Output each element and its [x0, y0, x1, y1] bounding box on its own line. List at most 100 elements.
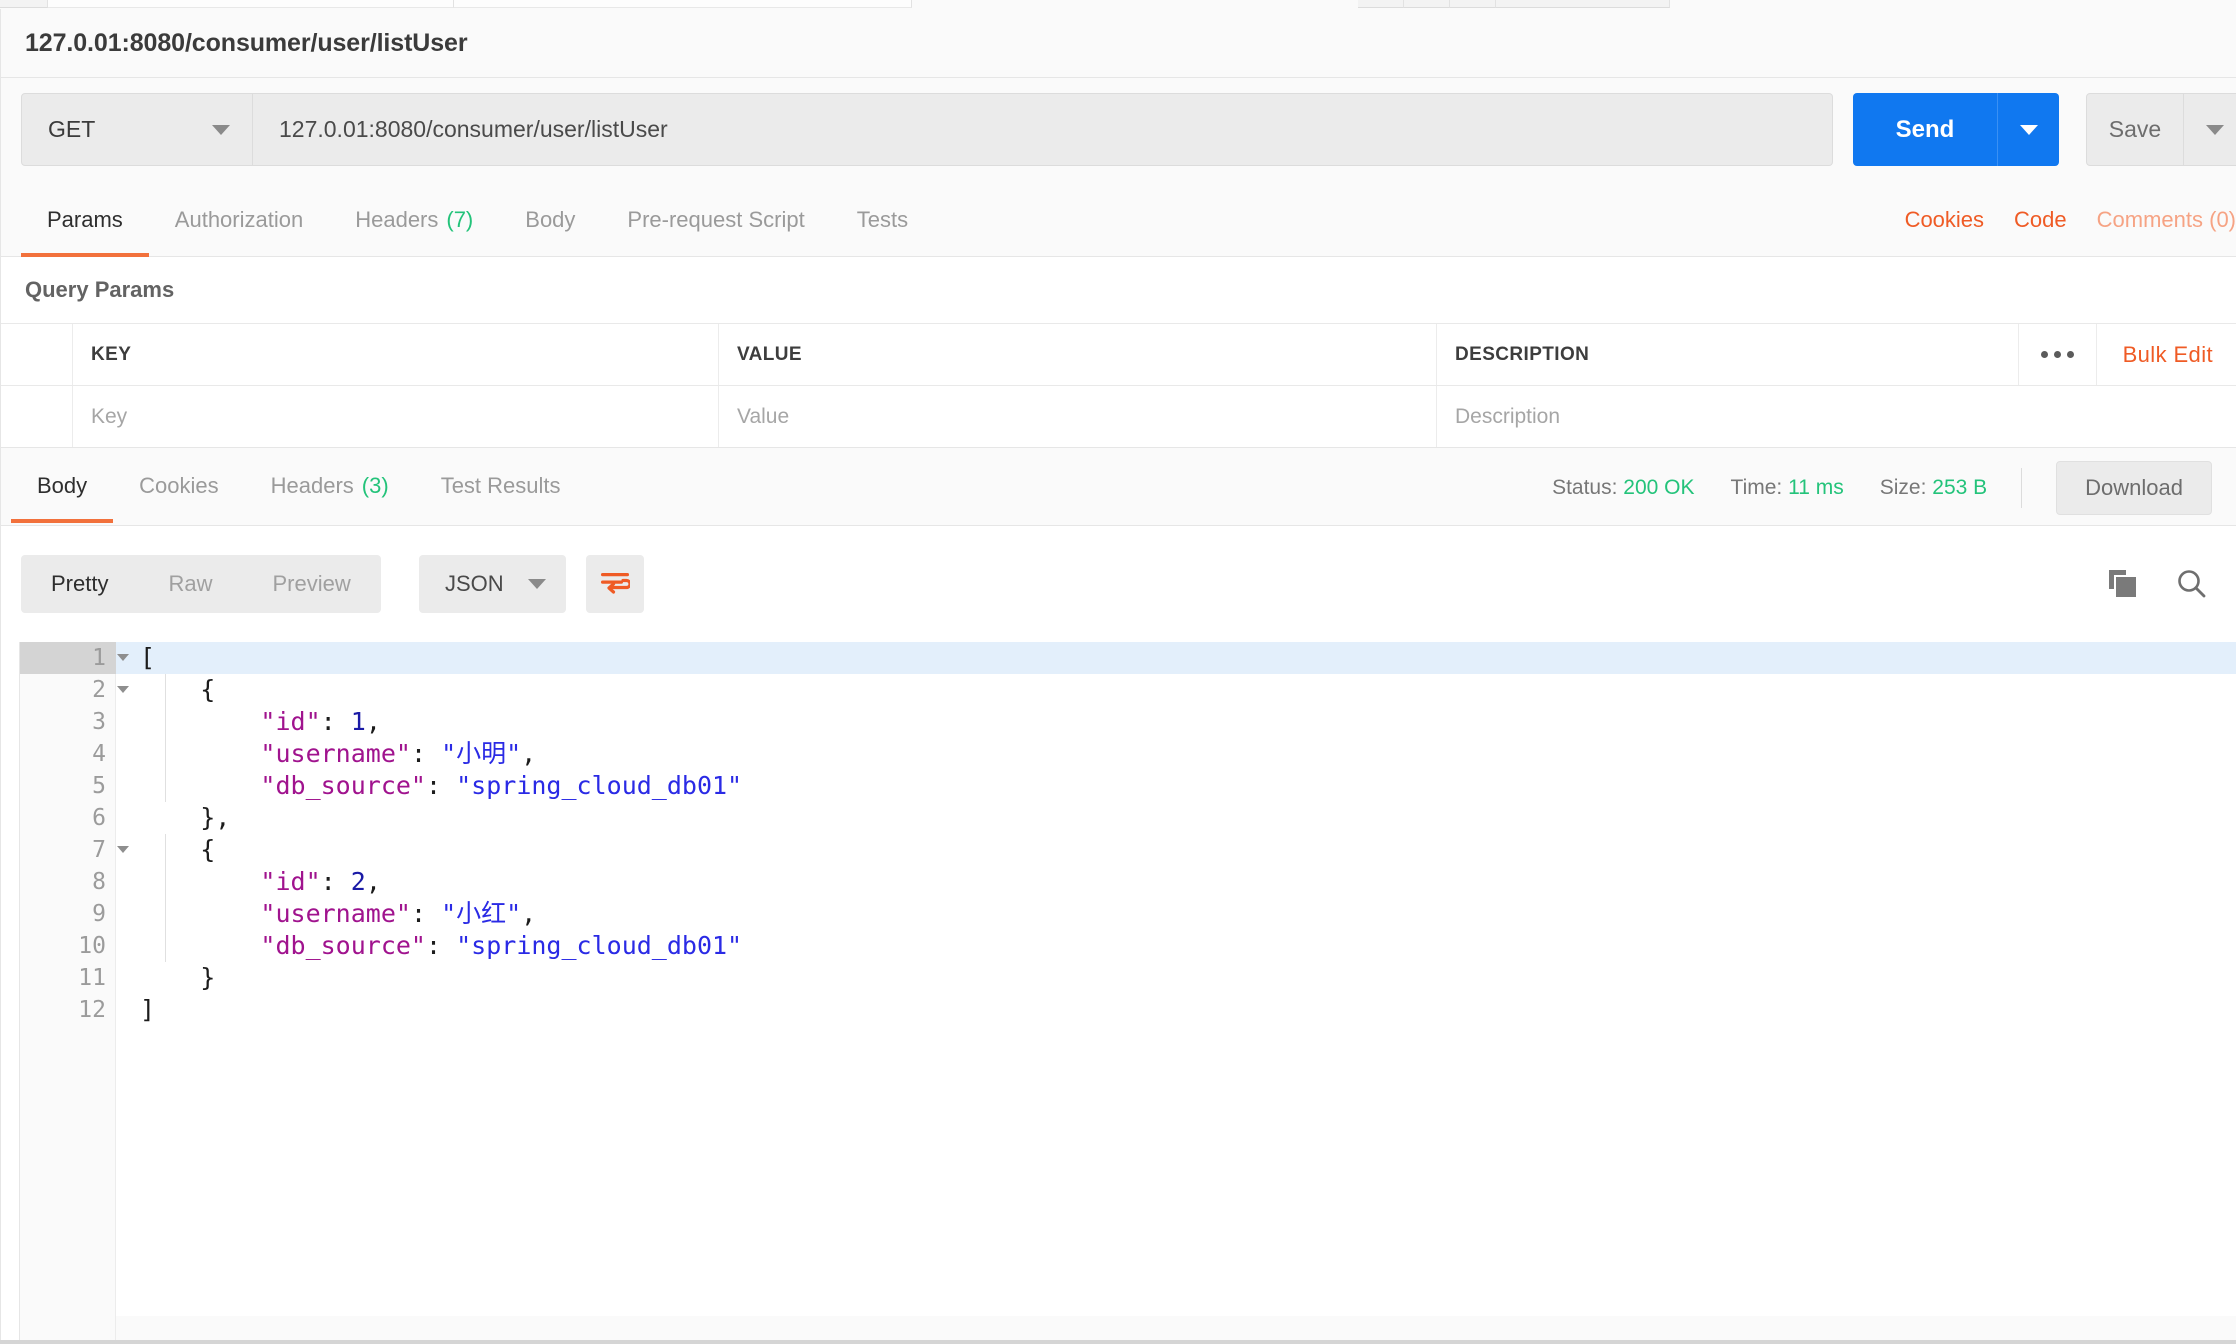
tab-authorization[interactable]: Authorization [149, 182, 329, 257]
status-meta: Status: 200 OK [1552, 476, 1694, 500]
tab-label: Body [525, 206, 576, 232]
http-method-select[interactable]: GET [21, 93, 253, 166]
table-header-row: KEY VALUE DESCRIPTION Bulk Edit [1, 323, 2236, 385]
tab-pre-request-script[interactable]: Pre-request Script [601, 182, 830, 257]
line-number: 12 [78, 997, 106, 1023]
status-label: Status: [1552, 475, 1618, 499]
line-number: 10 [78, 933, 106, 959]
tab-sliver-segment [1404, 0, 1450, 8]
param-description-input[interactable]: Description [1437, 386, 2236, 447]
dot [2066, 351, 2074, 358]
code-line: 2 { [20, 674, 2236, 706]
save-options-button[interactable] [2183, 94, 2236, 165]
column-header-description-label: DESCRIPTION [1455, 343, 1590, 365]
code-line-text: }, [140, 803, 231, 832]
line-number: 8 [92, 869, 106, 895]
response-meta: Status: 200 OK Time: 11 ms Size: 253 B D… [1516, 448, 2212, 527]
url-input[interactable]: 127.0.01:8080/consumer/user/listUser [253, 93, 1833, 166]
tab-sliver-segment [48, 0, 454, 8]
code-line: 10 "db_source": "spring_cloud_db01" [20, 930, 2236, 962]
search-icon [2178, 570, 2206, 598]
tab-sliver-segment [1358, 0, 1404, 8]
code-lines: 1[2 {3 "id": 1, 4 "username": "小明", 5 "db_… [20, 642, 2236, 1344]
comments-link[interactable]: Comments (0) [2097, 207, 2236, 233]
code-line: 12] [20, 994, 2236, 1026]
request-tabs: Params Authorization Headers (7) Body Pr… [21, 182, 934, 257]
divider [2021, 467, 2023, 508]
response-tab-cookies[interactable]: Cookies [113, 448, 244, 523]
search-button[interactable] [2174, 567, 2208, 601]
column-header-key: KEY [73, 324, 719, 385]
code-line-text: "id": 1, [260, 707, 381, 736]
param-value-input[interactable]: Value [719, 386, 1437, 447]
query-params-title: Query Params [25, 277, 175, 302]
line-number: 4 [92, 741, 106, 767]
response-body-toolbar: Pretty Raw Preview JSON [0, 526, 2236, 642]
size-meta: Size: 253 B [1880, 476, 1987, 500]
code-line-text: "username": "小明", [260, 739, 537, 768]
tab-label: Params [47, 206, 123, 232]
copy-button[interactable] [2106, 567, 2140, 601]
dot [2053, 351, 2061, 358]
bulk-edit-button[interactable]: Bulk Edit [2095, 324, 2236, 385]
line-number: 5 [92, 773, 106, 799]
tab-tests[interactable]: Tests [831, 182, 934, 257]
code-line-text: } [140, 963, 216, 992]
tab-body[interactable]: Body [499, 182, 601, 257]
request-actions: Cookies Code Comments (0) [1875, 182, 2236, 257]
fold-toggle-icon[interactable] [117, 686, 129, 693]
send-button[interactable]: Send [1853, 93, 1997, 166]
line-number: 2 [20, 674, 129, 706]
size-value: 253 B [1932, 475, 1988, 499]
tab-label: Body [37, 472, 88, 498]
tab-sliver-segment [454, 0, 912, 8]
column-header-description: DESCRIPTION Bulk Edit [1437, 324, 2236, 385]
view-mode-preview[interactable]: Preview [242, 555, 380, 613]
response-tab-body[interactable]: Body [11, 448, 114, 523]
param-key-input[interactable]: Key [73, 386, 719, 447]
save-button[interactable]: Save [2087, 94, 2183, 165]
request-url-row: GET 127.0.01:8080/consumer/user/listUser… [0, 78, 2236, 182]
query-params-table: KEY VALUE DESCRIPTION Bulk Edit Key Valu… [0, 323, 2236, 448]
word-wrap-button[interactable] [586, 555, 644, 613]
fold-toggle-icon[interactable] [117, 654, 129, 661]
time-meta: Time: 11 ms [1731, 476, 1844, 500]
send-options-button[interactable] [1997, 93, 2059, 166]
fold-toggle-icon[interactable] [117, 846, 129, 853]
response-tab-test-results[interactable]: Test Results [415, 448, 587, 523]
tab-count-badge: (7) [446, 206, 474, 232]
column-header-value: VALUE [719, 324, 1437, 385]
tab-params[interactable]: Params [21, 182, 149, 257]
response-tab-headers[interactable]: Headers (3) [245, 448, 415, 523]
row-checkbox-cell[interactable] [1, 386, 73, 447]
line-number: 3 [92, 709, 106, 735]
download-button[interactable]: Download [2056, 460, 2212, 515]
line-number: 9 [92, 901, 106, 927]
http-method-label: GET [48, 116, 96, 142]
response-format-select[interactable]: JSON [419, 555, 566, 613]
code-line: 4 "username": "小明", [20, 738, 2236, 770]
word-wrap-icon [601, 573, 630, 594]
send-button-group: Send [1853, 93, 2059, 166]
tab-headers[interactable]: Headers (7) [329, 182, 499, 257]
response-body-code-area: 1[2 {3 "id": 1, 4 "username": "小明", 5 "db_… [0, 642, 2236, 1344]
cookies-link[interactable]: Cookies [1905, 207, 1984, 233]
tab-sliver-segment [1496, 0, 1670, 8]
tab-label: Test Results [440, 472, 561, 498]
time-label: Time: [1730, 475, 1783, 499]
code-line-text: { [140, 675, 216, 704]
view-mode-group: Pretty Raw Preview [21, 555, 381, 613]
code-line: 8 "id": 2, [20, 866, 2236, 898]
more-options-icon[interactable] [2017, 324, 2096, 385]
view-mode-raw[interactable]: Raw [138, 555, 242, 613]
code-link[interactable]: Code [2014, 207, 2067, 233]
code-line: 5 "db_source": "spring_cloud_db01" [20, 770, 2236, 802]
dot [2040, 351, 2048, 358]
line-number: 6 [92, 805, 106, 831]
tab-label: Tests [856, 206, 909, 232]
code-line-text: "id": 2, [260, 867, 381, 896]
tab-label: Headers [270, 472, 354, 498]
code-editor[interactable]: 1[2 {3 "id": 1, 4 "username": "小明", 5 "db_… [19, 642, 2236, 1344]
status-badge: 200 OK [1623, 475, 1695, 499]
view-mode-pretty[interactable]: Pretty [21, 555, 138, 613]
